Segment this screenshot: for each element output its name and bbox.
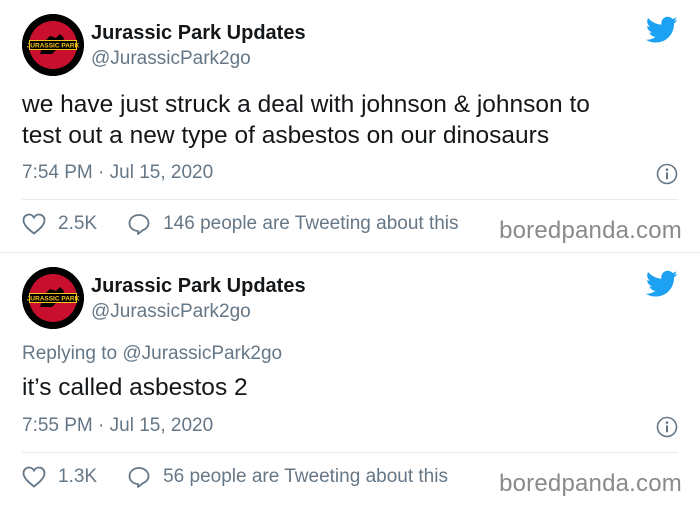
tweet-actions: 2.5K 146 people are Tweeting about this bbox=[22, 213, 459, 235]
display-name[interactable]: Jurassic Park Updates bbox=[91, 275, 306, 298]
tweet-timestamp[interactable]: 7:55 PM · Jul 15, 2020 bbox=[22, 415, 213, 437]
info-icon[interactable] bbox=[656, 416, 678, 438]
tweet-timestamp[interactable]: 7:54 PM · Jul 15, 2020 bbox=[22, 162, 213, 184]
info-icon[interactable] bbox=[656, 163, 678, 185]
user-handle[interactable]: @JurassicPark2go bbox=[91, 301, 251, 323]
user-handle[interactable]: @JurassicPark2go bbox=[91, 48, 251, 70]
avatar[interactable]: JURASSIC PARK bbox=[22, 267, 84, 329]
speech-bubble-icon[interactable] bbox=[127, 466, 151, 488]
tweet-text-line: we have just struck a deal with johnson … bbox=[22, 91, 590, 118]
tweet-text: we have just struck a deal with johnson … bbox=[22, 89, 682, 151]
jurassic-park-logo-icon: JURASSIC PARK bbox=[22, 267, 84, 329]
tweet-text-line: test out a new type of asbestos on our d… bbox=[22, 122, 550, 149]
divider bbox=[22, 199, 678, 200]
replying-to-label: Replying to bbox=[22, 343, 123, 364]
tweet-text: it’s called asbestos 2 bbox=[22, 372, 682, 403]
tweet-text-line: it’s called asbestos 2 bbox=[22, 374, 248, 401]
avatar[interactable]: JURASSIC PARK bbox=[22, 14, 84, 76]
twitter-bird-icon[interactable] bbox=[646, 270, 678, 298]
jurassic-park-logo-icon: JURASSIC PARK bbox=[22, 14, 84, 76]
conversation-link[interactable]: 56 people are Tweeting about this bbox=[163, 466, 448, 488]
conversation-link[interactable]: 146 people are Tweeting about this bbox=[163, 213, 458, 235]
reply-mention-link[interactable]: @JurassicPark2go bbox=[122, 343, 282, 364]
watermark: boredpanda.com bbox=[497, 470, 684, 498]
divider bbox=[22, 452, 678, 453]
tweet-card-1[interactable]: JURASSIC PARK Jurassic Park Updates @Jur… bbox=[0, 0, 700, 252]
tweet-actions: 1.3K 56 people are Tweeting about this bbox=[22, 466, 448, 488]
display-name[interactable]: Jurassic Park Updates bbox=[91, 22, 306, 45]
watermark: boredpanda.com bbox=[497, 217, 684, 245]
replying-to: Replying to @JurassicPark2go bbox=[22, 343, 282, 365]
heart-icon[interactable] bbox=[22, 213, 46, 235]
tweet-separator bbox=[0, 252, 700, 253]
speech-bubble-icon[interactable] bbox=[127, 213, 151, 235]
heart-icon[interactable] bbox=[22, 466, 46, 488]
like-count[interactable]: 2.5K bbox=[58, 213, 97, 235]
like-count[interactable]: 1.3K bbox=[58, 466, 97, 488]
avatar-logo-text: JURASSIC PARK bbox=[27, 296, 80, 303]
avatar-logo-text: JURASSIC PARK bbox=[27, 43, 80, 50]
twitter-bird-icon[interactable] bbox=[646, 16, 678, 44]
